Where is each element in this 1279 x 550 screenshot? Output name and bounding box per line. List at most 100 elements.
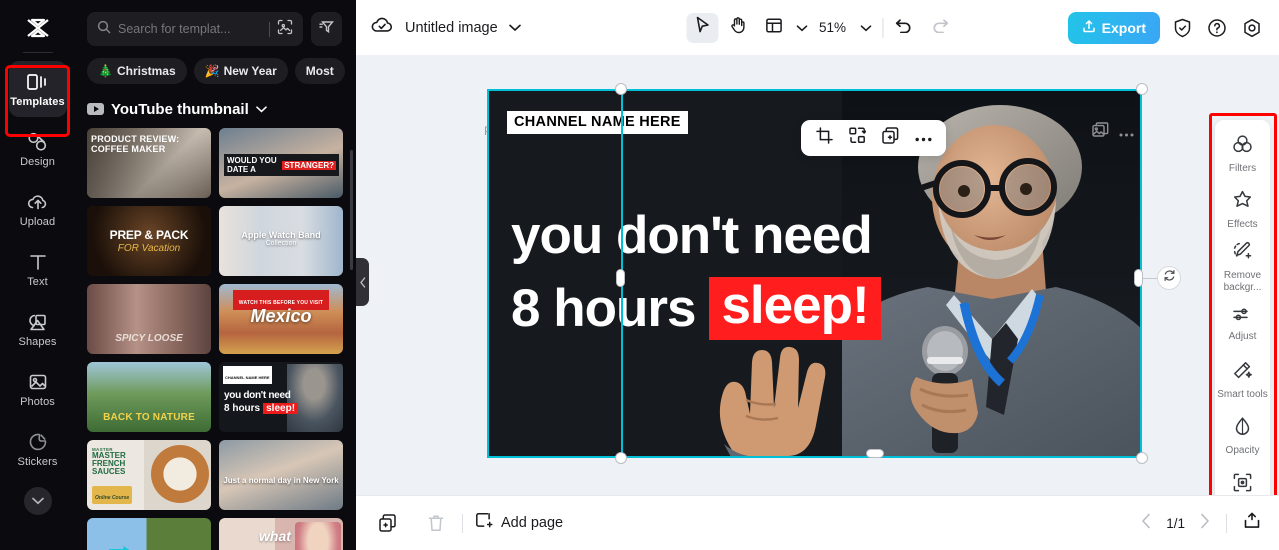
- prop-label: Adjust: [1229, 331, 1257, 343]
- export-button[interactable]: Export: [1068, 12, 1160, 44]
- more-options-icon[interactable]: [1119, 124, 1134, 142]
- template-card[interactable]: WATCH THIS BEFORE YOU VISIT Mexico: [219, 284, 343, 354]
- next-page-button[interactable]: [1199, 513, 1210, 534]
- template-card[interactable]: PRODUCT REVIEW: COFFEE MAKER: [87, 128, 211, 198]
- add-page-icon: [475, 512, 493, 534]
- prop-label: Filters: [1229, 163, 1256, 175]
- sidebar-label: Design: [20, 156, 55, 168]
- document-title[interactable]: Untitled image: [405, 20, 498, 36]
- template-card[interactable]: PREP & PACK FOR Vacation: [87, 206, 211, 276]
- tag-christmas[interactable]: 🎄 Christmas: [87, 58, 187, 84]
- shield-check-icon[interactable]: [1169, 15, 1195, 41]
- more-options-button[interactable]: [908, 124, 938, 152]
- prop-item-filters[interactable]: Filters: [1217, 129, 1269, 179]
- template-title-1: PREP & PACK: [87, 228, 211, 242]
- tag-most[interactable]: Most: [295, 58, 345, 84]
- selection-handle-bottom[interactable]: [866, 449, 884, 458]
- rotate-button[interactable]: [1157, 266, 1181, 290]
- image-search-icon[interactable]: [277, 19, 293, 40]
- sidebar-item-design[interactable]: Design: [9, 121, 67, 177]
- sidebar-label: Upload: [20, 216, 55, 228]
- artwork-headline-2: 8 hours sleep!: [511, 277, 881, 340]
- replace-button[interactable]: [842, 124, 872, 152]
- chevron-down-icon[interactable]: [509, 19, 521, 37]
- select-tool-button[interactable]: [686, 13, 718, 43]
- add-page-button[interactable]: Add page: [475, 512, 563, 534]
- template-card[interactable]: WOULD YOU DATE A STRANGER?: [219, 128, 343, 198]
- selection-handle-right[interactable]: [1134, 269, 1143, 287]
- prop-item-remove-background[interactable]: Remove backgr...: [1217, 241, 1269, 293]
- category-selector[interactable]: YouTube thumbnail: [87, 100, 356, 118]
- photos-icon: [27, 371, 49, 393]
- selection-handle-br[interactable]: [1136, 452, 1148, 464]
- effects-icon: [1232, 190, 1253, 216]
- canvas-area[interactable]: Page 1: [356, 55, 1279, 495]
- expand-panel-button[interactable]: [1243, 512, 1261, 534]
- prop-item-arrange[interactable]: Arrange: [1217, 467, 1269, 495]
- artwork-headline-highlight: sleep!: [709, 277, 880, 340]
- prop-item-opacity[interactable]: Opacity: [1217, 411, 1269, 461]
- crop-button[interactable]: [809, 124, 839, 152]
- tag-emoji: 🎉: [205, 64, 220, 78]
- template-card[interactable]: Apple Watch Band Collection: [219, 206, 343, 276]
- app-root: Templates Design Upload Text: [0, 0, 1279, 550]
- selection-handle-left[interactable]: [616, 269, 625, 287]
- help-icon[interactable]: [1204, 15, 1230, 41]
- undo-icon[interactable]: [894, 17, 913, 38]
- topbar-tools: 51%: [686, 13, 949, 43]
- search-input[interactable]: Search for templat...: [87, 12, 303, 46]
- settings-gear-icon[interactable]: [1239, 15, 1265, 41]
- capcut-logo-icon[interactable]: [16, 8, 60, 48]
- template-title-1: you don't need: [224, 390, 298, 401]
- template-card[interactable]: MASTER MASTER FRENCH SAUCES Online Cours…: [87, 440, 211, 510]
- search-row: Search for templat...: [87, 0, 356, 46]
- image-layers-icon[interactable]: [1092, 122, 1109, 144]
- selection-handle-tl[interactable]: [615, 83, 627, 95]
- template-card[interactable]: BACK TO NATURE: [87, 362, 211, 432]
- duplicate-button[interactable]: [875, 124, 905, 152]
- chevron-down-icon: [256, 100, 267, 118]
- bottom-toolbar: Add page 1/1: [356, 495, 1279, 550]
- chevron-down-icon[interactable]: [24, 487, 52, 515]
- filter-button[interactable]: [311, 12, 342, 46]
- template-title-1: MASTER FRENCH SAUCES: [92, 452, 144, 476]
- category-label: YouTube thumbnail: [111, 101, 249, 118]
- template-card[interactable]: what i eat: [219, 518, 343, 550]
- sidebar-item-templates[interactable]: Templates: [9, 61, 67, 117]
- sidebar-item-text[interactable]: Text: [9, 241, 67, 297]
- sidebar-item-shapes[interactable]: Shapes: [9, 301, 67, 357]
- sidebar-item-upload[interactable]: Upload: [9, 181, 67, 237]
- sidebar-item-stickers[interactable]: Stickers: [9, 421, 67, 477]
- prop-item-adjust[interactable]: Adjust: [1217, 299, 1269, 349]
- selection-handle-tr[interactable]: [1136, 83, 1148, 95]
- sidebar-item-photos[interactable]: Photos: [9, 361, 67, 417]
- text-icon: [27, 251, 49, 273]
- redo-icon[interactable]: [930, 17, 949, 38]
- opacity-icon: [1233, 416, 1252, 442]
- templates-panel: Search for templat... 🎄 Christmas: [75, 0, 356, 550]
- cloud-saved-icon[interactable]: [370, 15, 394, 40]
- template-title-1: what: [259, 528, 291, 544]
- topbar-right: Export: [1068, 12, 1265, 44]
- hand-tool-button[interactable]: [722, 13, 754, 43]
- prop-label: Effects: [1227, 219, 1257, 231]
- bottom-right-controls: 1/1: [1141, 512, 1261, 534]
- selection-handle-bl[interactable]: [615, 452, 627, 464]
- zoom-chevron-down-icon[interactable]: [860, 19, 871, 37]
- template-card[interactable]: SPICY LOOSE: [87, 284, 211, 354]
- tag-new-year[interactable]: 🎉 New Year: [194, 58, 288, 84]
- search-placeholder: Search for templat...: [118, 22, 262, 36]
- layout-tool-button[interactable]: [758, 13, 790, 43]
- collapse-panel-handle[interactable]: [356, 258, 369, 306]
- template-card[interactable]: -50 9999: [87, 518, 211, 550]
- prop-item-effects[interactable]: Effects: [1217, 185, 1269, 235]
- panel-scrollbar[interactable]: [350, 150, 353, 270]
- prev-page-button[interactable]: [1141, 513, 1152, 534]
- prop-item-smart-tools[interactable]: Smart tools: [1217, 355, 1269, 405]
- layout-chevron-down-icon[interactable]: [796, 19, 807, 37]
- delete-page-button[interactable]: [422, 509, 450, 537]
- template-card[interactable]: CHANNEL NAME HERE you don't need 8 hours…: [219, 362, 343, 432]
- template-title-2: Mexico: [250, 306, 311, 326]
- template-card[interactable]: Just a normal day in New York: [219, 440, 343, 510]
- duplicate-page-button[interactable]: [374, 509, 402, 537]
